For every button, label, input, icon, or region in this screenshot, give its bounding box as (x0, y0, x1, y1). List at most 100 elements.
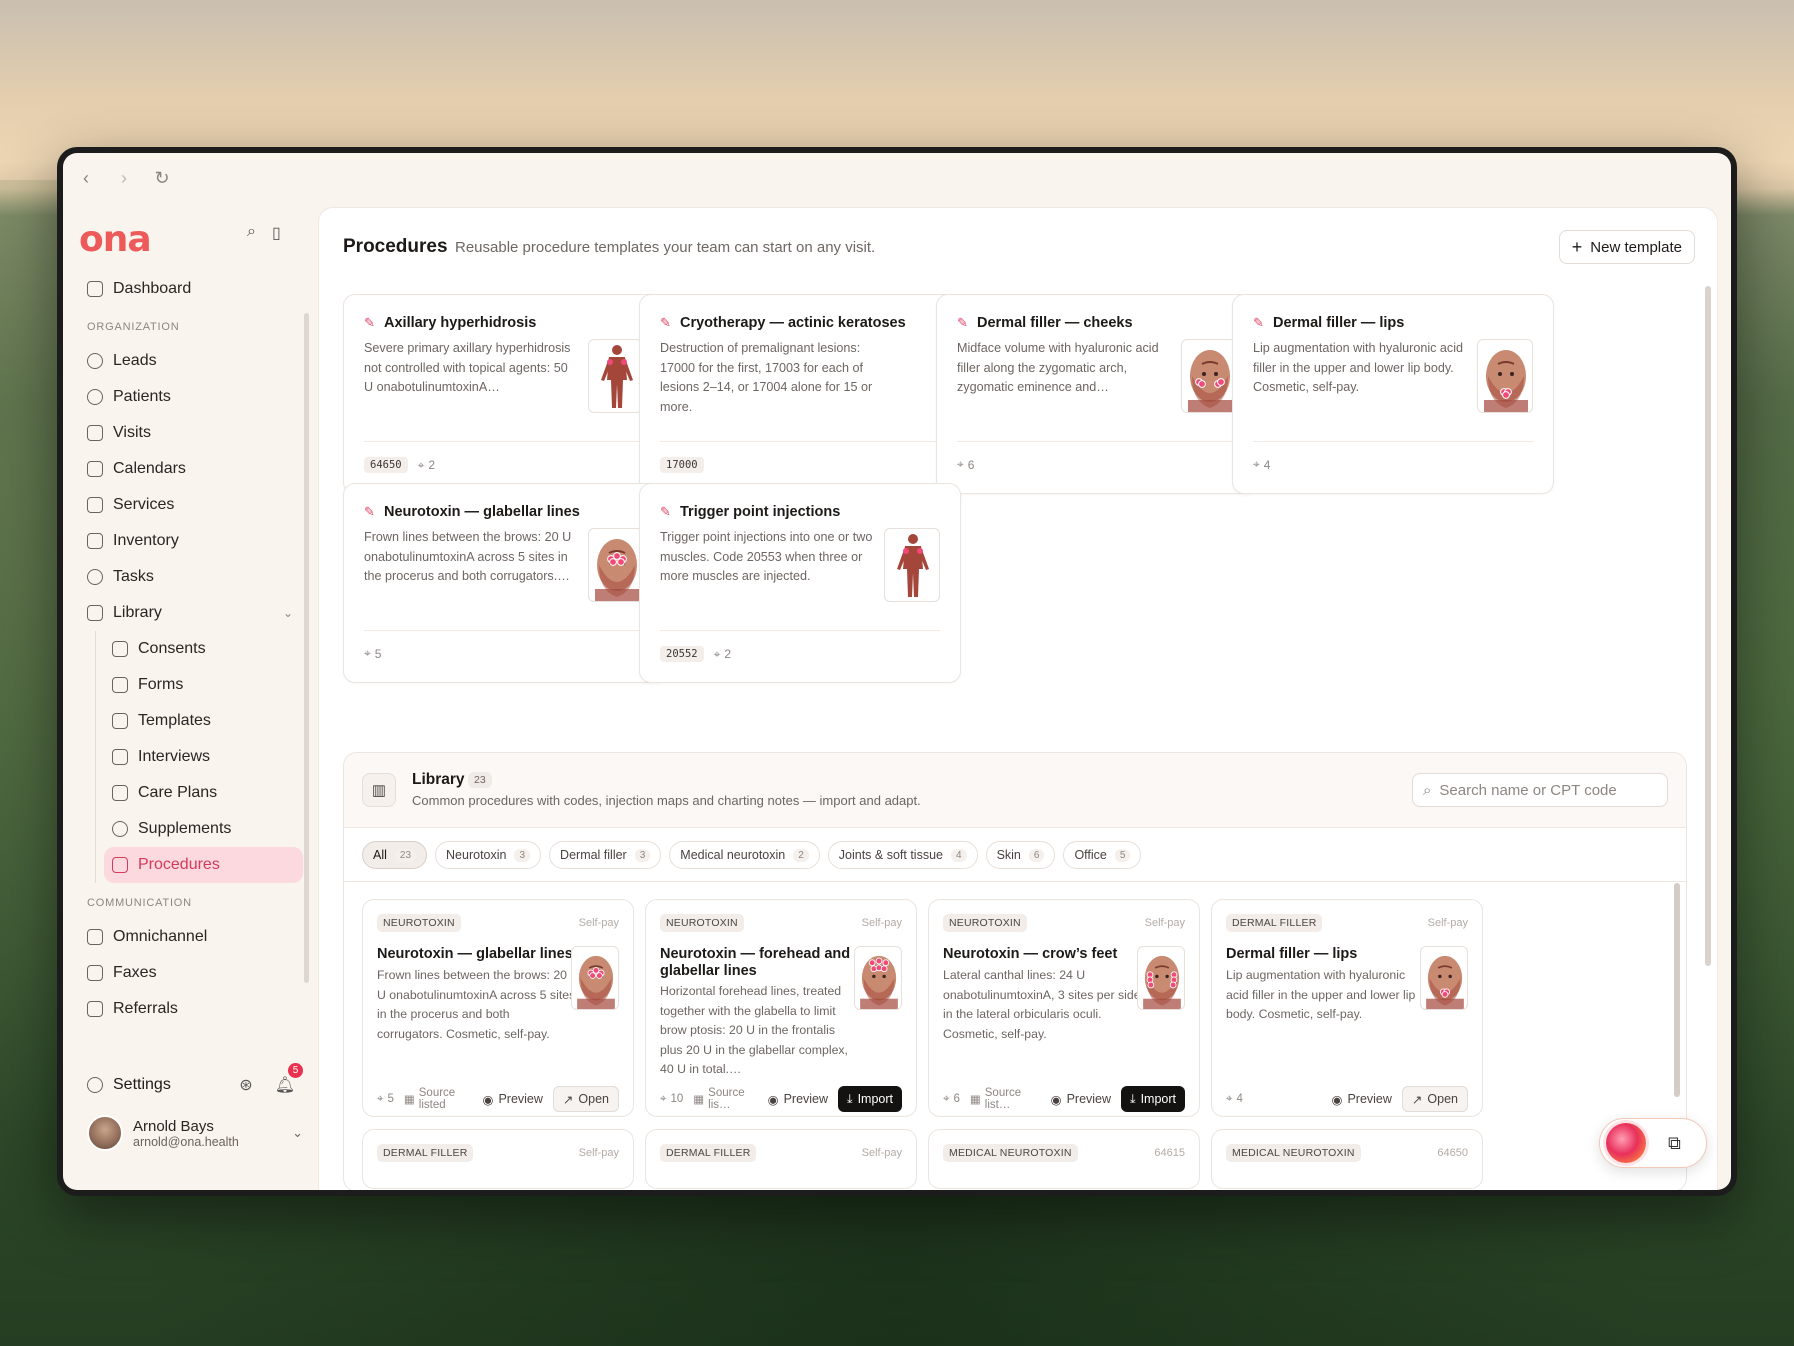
preview-button[interactable]: ◉ Preview (1051, 1092, 1111, 1107)
template-card[interactable]: ✎ Dermal filler — lips Lip augmentation … (1232, 294, 1554, 494)
divider (660, 441, 940, 442)
template-card[interactable]: ✎ Cryotherapy — actinic keratoses Destru… (639, 294, 961, 494)
new-template-button[interactable]: + New template (1558, 230, 1695, 264)
sidebar-item-omnichannel[interactable]: Omnichannel (79, 919, 303, 955)
filter-chip-dermal-filler[interactable]: Dermal filler 3 (549, 841, 662, 869)
search-input[interactable]: ⌕ Search name or CPT code (1412, 773, 1668, 807)
payment-label: Self-pay (1144, 917, 1185, 929)
library-card[interactable]: NEUROTOXIN Self-pay Neurotoxin — glabell… (362, 899, 634, 1117)
library-card[interactable]: DERMAL FILLER Self-pay (645, 1129, 917, 1189)
sidebar-item-inventory[interactable]: Inventory (79, 523, 303, 559)
user-menu[interactable]: Arnold Bays arnold@ona.health ⌄ (87, 1111, 303, 1155)
syringe-icon: ✎ (660, 504, 671, 519)
template-card[interactable]: ✎ Dermal filler — cheeks Midface volume … (936, 294, 1258, 494)
pin-icon: ⌖ (1253, 457, 1260, 471)
communication-heading: COMMUNICATION (87, 897, 192, 909)
template-card[interactable]: ✎ Trigger point injections Trigger point… (639, 483, 961, 683)
library-card[interactable]: DERMAL FILLER Self-pay Dermal filler — l… (1211, 899, 1483, 1117)
import-button[interactable]: ⤓ Import (838, 1086, 902, 1112)
sidebar-item-supplements[interactable]: Supplements (104, 811, 303, 847)
sidebar-item-services[interactable]: Services (79, 487, 303, 523)
source-icon: ▦ (969, 1094, 981, 1106)
reload-icon[interactable]: ↻ (153, 168, 171, 189)
help-icon[interactable]: ⊛ (239, 1075, 252, 1095)
ona-logo[interactable]: ona (79, 219, 152, 260)
injection-map-thumbnail (588, 528, 644, 602)
sidebar-item-faxes[interactable]: Faxes (79, 955, 303, 991)
filter-chip-medical-neurotoxin[interactable]: Medical neurotoxin 2 (669, 841, 820, 869)
import-label: Import (857, 1092, 893, 1106)
cpt-code: 20552 (660, 646, 704, 662)
filter-chip-skin[interactable]: Skin 6 (985, 841, 1056, 869)
sidebar-item-procedures[interactable]: Procedures (104, 847, 303, 883)
sidebar-item-leads[interactable]: Leads (79, 343, 303, 379)
chat-icon[interactable]: ⧉ (1668, 1133, 1681, 1154)
payment-label: Self-pay (861, 1147, 902, 1159)
sidebar-item-dashboard[interactable]: Dashboard (79, 271, 303, 307)
search-icon: ⌕ (1423, 781, 1432, 799)
sidebar-item-consents[interactable]: Consents (104, 631, 303, 667)
sidebar-toggle-icon[interactable]: ▯ (272, 223, 281, 243)
chip-count: 3 (514, 848, 531, 862)
sidebar-item-referrals[interactable]: Referrals (79, 991, 303, 1027)
library-card[interactable]: MEDICAL NEUROTOXIN 64615 (928, 1129, 1200, 1189)
injection-map-thumbnail (1137, 946, 1185, 1010)
messages-icon (87, 929, 103, 945)
payment-label: Self-pay (1427, 917, 1468, 929)
user-name: Arnold Bays (133, 1117, 214, 1135)
library-scrollbar[interactable] (1674, 883, 1680, 1097)
sidebar-item-settings[interactable]: Settings ⊛ 🔔︎ 5 (79, 1063, 303, 1103)
sidebar-scrollbar[interactable] (304, 313, 309, 983)
preview-button[interactable]: ◉ Preview (483, 1092, 543, 1107)
library-card[interactable]: DERMAL FILLER Self-pay (362, 1129, 634, 1189)
user-email: arnold@ona.health (133, 1134, 239, 1149)
sidebar-item-interviews[interactable]: Interviews (104, 739, 303, 775)
library-card[interactable]: NEUROTOXIN Self-pay Neurotoxin — crow’s … (928, 899, 1200, 1117)
forward-icon[interactable]: › (115, 168, 133, 189)
eye-icon: ◉ (482, 1092, 494, 1107)
open-label: Open (1427, 1092, 1458, 1106)
open-button[interactable]: ↗ Open (552, 1086, 619, 1112)
template-card[interactable]: ✎ Axillary hyperhidrosis Severe primary … (343, 294, 665, 494)
sidebar-item-library[interactable]: Library ⌄ (79, 595, 303, 631)
plus-icon: + (1571, 236, 1583, 257)
filter-chip-joints-soft-tissue[interactable]: Joints & soft tissue 4 (827, 841, 978, 869)
assistant-orb-icon[interactable] (1606, 1123, 1646, 1163)
template-description: Midface volume with hyaluronic acid fill… (957, 341, 1159, 394)
main-scrollbar[interactable] (1705, 286, 1711, 966)
import-button[interactable]: ⤓ Import (1121, 1086, 1185, 1112)
back-icon[interactable]: ‹ (77, 168, 95, 189)
chevron-down-icon[interactable]: ⌄ (292, 1125, 303, 1141)
sidebar-item-visits[interactable]: Visits (79, 415, 303, 451)
open-button[interactable]: ↗ Open (1401, 1086, 1468, 1112)
card-footer: ⌖ 10 ▦ Source lis… ◉ Preview ⤓ Import (660, 1086, 902, 1112)
sidebar-item-care-plans[interactable]: Care Plans (104, 775, 303, 811)
syringe-icon: ✎ (660, 315, 671, 330)
preview-button[interactable]: ◉ Preview (1332, 1092, 1392, 1107)
search-icon[interactable]: ⌕ (247, 223, 256, 243)
sidebar-item-calendars[interactable]: Calendars (79, 451, 303, 487)
sidebar-item-templates[interactable]: Templates (104, 703, 303, 739)
source-icon: ▦ (403, 1094, 415, 1106)
assistant-widget[interactable]: ⧉ (1599, 1118, 1707, 1168)
sidebar-item-tasks[interactable]: Tasks (79, 559, 303, 595)
library-card[interactable]: NEUROTOXIN Self-pay Neurotoxin — forehea… (645, 899, 917, 1117)
filter-chip-office[interactable]: Office 5 (1063, 841, 1142, 869)
chip-count: 3 (634, 848, 651, 862)
payment-label: Self-pay (578, 917, 619, 929)
printer-icon (87, 965, 103, 981)
download-icon: ⤓ (847, 1091, 853, 1106)
preview-button[interactable]: ◉ Preview (768, 1092, 828, 1107)
bell-icon[interactable]: 🔔︎ 5 (275, 1063, 303, 1095)
arrow-up-right-icon: ↗ (1411, 1092, 1423, 1107)
sidebar-item-patients[interactable]: Patients (79, 379, 303, 415)
library-card[interactable]: MEDICAL NEUROTOXIN 64650 (1211, 1129, 1483, 1189)
template-card[interactable]: ✎ Neurotoxin — glabellar lines Frown lin… (343, 483, 665, 683)
sidebar-item-forms[interactable]: Forms (104, 667, 303, 703)
pin-icon: ⌖ (1226, 1092, 1233, 1105)
filter-chip-all[interactable]: All 23 (362, 841, 428, 869)
filter-chip-neurotoxin[interactable]: Neurotoxin 3 (435, 841, 542, 869)
tag-icon (87, 497, 103, 513)
chip-label: Joints & soft tissue (838, 848, 943, 862)
injection-map-thumbnail (1420, 946, 1468, 1010)
